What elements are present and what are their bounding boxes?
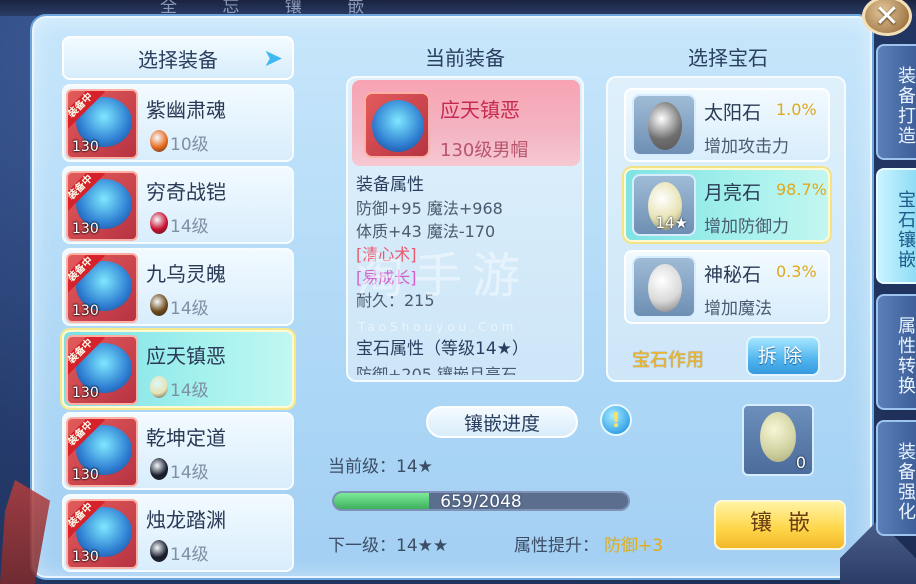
gem-icon <box>150 540 168 562</box>
gem-name: 太阳石 <box>704 102 762 124</box>
gem-percent: 98.7% <box>776 180 827 199</box>
gem-level: 14级 <box>170 299 209 319</box>
gem-stone-icon <box>632 256 696 318</box>
gem-attributes: 宝石属性（等级14★） 防御+205 镶嵌月亮石 <box>356 334 529 375</box>
gem-level: 14级 <box>170 545 209 565</box>
equipment-name: 乾坤定道 <box>146 426 226 450</box>
gem-icon <box>150 458 168 480</box>
equipment-level: 130 <box>72 549 99 565</box>
gem-icon <box>150 130 168 152</box>
gem-description: 增加防御力 <box>704 217 789 237</box>
equipment-item[interactable]: 装备中 130 烛龙踏渊 14级 <box>62 494 294 572</box>
gem-description: 增加攻击力 <box>704 137 789 157</box>
header-label: 选择装备 <box>138 47 218 72</box>
inlay-button[interactable]: 镶嵌 <box>714 500 846 550</box>
inlay-progress-title: 镶嵌进度 <box>426 406 578 438</box>
equipment-name: 九乌灵魄 <box>146 262 226 286</box>
gem-percent: 0.3% <box>776 262 817 281</box>
title-ghost-text: 全 忘 镶 嵌 <box>160 0 385 17</box>
equipment-name: 应天镇恶 <box>146 344 226 368</box>
slot-count: 0 <box>795 453 806 472</box>
equipment-icon: 装备中 130 <box>66 417 138 487</box>
equipment-icon: 装备中 130 <box>66 89 138 159</box>
gem-name: 神秘石 <box>704 264 762 286</box>
select-equipment-header: 选择装备 ➤ <box>62 36 294 80</box>
tab-label: 装备强化 <box>895 442 916 522</box>
attr-boost-value: 防御+3 <box>604 536 664 556</box>
gem-item[interactable]: 14★ 月亮石 98.7% 增加防御力 <box>624 168 830 242</box>
moonstone-icon <box>760 412 796 462</box>
gem-icon <box>150 212 168 234</box>
arrow-right-icon[interactable]: ➤ <box>260 45 286 71</box>
gem-stone-icon: 14★ <box>632 174 696 236</box>
close-icon: ✕ <box>874 0 900 34</box>
equipment-icon: 装备中 130 <box>66 499 138 569</box>
gem-count: 14★ <box>655 214 688 232</box>
gem-attr-line: 防御+205 镶嵌月亮石 <box>356 365 518 375</box>
helmet-icon <box>364 92 430 158</box>
equipment-item[interactable]: 装备中 130 穷奇战铠 14级 <box>62 166 294 244</box>
attr-line: 防御+95 魔法+968 <box>356 199 503 218</box>
tab-label: 属性转换 <box>895 316 916 396</box>
info-button[interactable]: ! <box>600 404 632 436</box>
watermark-url: TaoShouyou.Com <box>358 320 518 334</box>
current-equipment-card: 应天镇恶 130级男帽 装备属性 防御+95 魔法+968 体质+43 魔法-1… <box>346 76 584 382</box>
gem-effect-link[interactable]: 宝石作用 <box>632 346 704 372</box>
gem-attr-header: 宝石属性（等级14★） <box>356 339 529 359</box>
equipment-name: 应天镇恶 <box>440 98 520 122</box>
equipment-header: 应天镇恶 130级男帽 <box>352 80 580 166</box>
gem-slot[interactable]: 0 <box>742 404 814 476</box>
gem-level: 14级 <box>170 217 209 237</box>
equipment-level: 130 <box>72 467 99 483</box>
tab-attr-convert[interactable]: 属性转换 <box>876 294 916 410</box>
tab-gem-inlay[interactable]: 宝石镶嵌 <box>876 168 916 284</box>
tab-label: 宝石镶嵌 <box>895 190 916 270</box>
equipment-icon: 装备中 130 <box>66 253 138 323</box>
gem-level: 14级 <box>170 381 209 401</box>
gem-item[interactable]: 神秘石 0.3% 增加魔法 <box>624 250 830 324</box>
close-button[interactable]: ✕ <box>862 0 912 36</box>
equipment-item[interactable]: 装备中 130 应天镇恶 14级 <box>62 330 294 408</box>
gem-level: 10级 <box>170 135 209 155</box>
equipment-level: 130 <box>72 385 99 401</box>
equipment-name: 紫幽肃魂 <box>146 98 226 122</box>
equipment-icon: 装备中 130 <box>66 335 138 405</box>
progress-text: 659/2048 <box>440 492 522 511</box>
equipment-name: 穷奇战铠 <box>146 180 226 204</box>
gem-description: 增加魔法 <box>704 299 772 319</box>
equipment-item[interactable]: 装备中 130 紫幽肃魂 10级 <box>62 84 294 162</box>
select-gem-title: 选择宝石 <box>688 46 768 70</box>
current-level: 当前级：14★ <box>328 457 433 477</box>
tab-label: 装备打造 <box>895 66 916 146</box>
gem-stone-icon <box>632 94 696 156</box>
attr-header: 装备属性 <box>356 175 424 195</box>
gem-item[interactable]: 太阳石 1.0% 增加攻击力 <box>624 88 830 162</box>
equipment-level: 130 <box>72 303 99 319</box>
remove-button[interactable]: 拆除 <box>746 336 820 376</box>
equipment-type: 130级男帽 <box>440 140 529 161</box>
attr-boost-label: 属性提升： <box>514 536 599 556</box>
equipment-icon: 装备中 130 <box>66 171 138 241</box>
watermark: 淘手游 <box>356 248 531 304</box>
equipment-item[interactable]: 装备中 130 九乌灵魄 14级 <box>62 248 294 326</box>
equipment-item[interactable]: 装备中 130 乾坤定道 14级 <box>62 412 294 490</box>
gem-level: 14级 <box>170 463 209 483</box>
tab-equip-enhance[interactable]: 装备强化 <box>876 420 916 536</box>
equipment-level: 130 <box>72 139 99 155</box>
gem-name: 月亮石 <box>704 182 762 204</box>
equipment-name: 烛龙踏渊 <box>146 508 226 532</box>
current-equipment-title: 当前装备 <box>425 46 505 70</box>
title-strip: 全 忘 镶 嵌 <box>0 0 916 17</box>
tab-equip-craft[interactable]: 装备打造 <box>876 44 916 160</box>
progress-bar: 659/2048 <box>332 491 630 511</box>
gem-icon <box>150 376 168 398</box>
gem-percent: 1.0% <box>776 100 817 119</box>
next-level: 下一级：14★★ <box>328 536 449 556</box>
equipment-level: 130 <box>72 221 99 237</box>
game-screen: 全 忘 镶 嵌 ✕ 装备打造 宝石镶嵌 属性转换 装备强化 选择装备 ➤ 装备中… <box>0 0 916 584</box>
gem-icon <box>150 294 168 316</box>
